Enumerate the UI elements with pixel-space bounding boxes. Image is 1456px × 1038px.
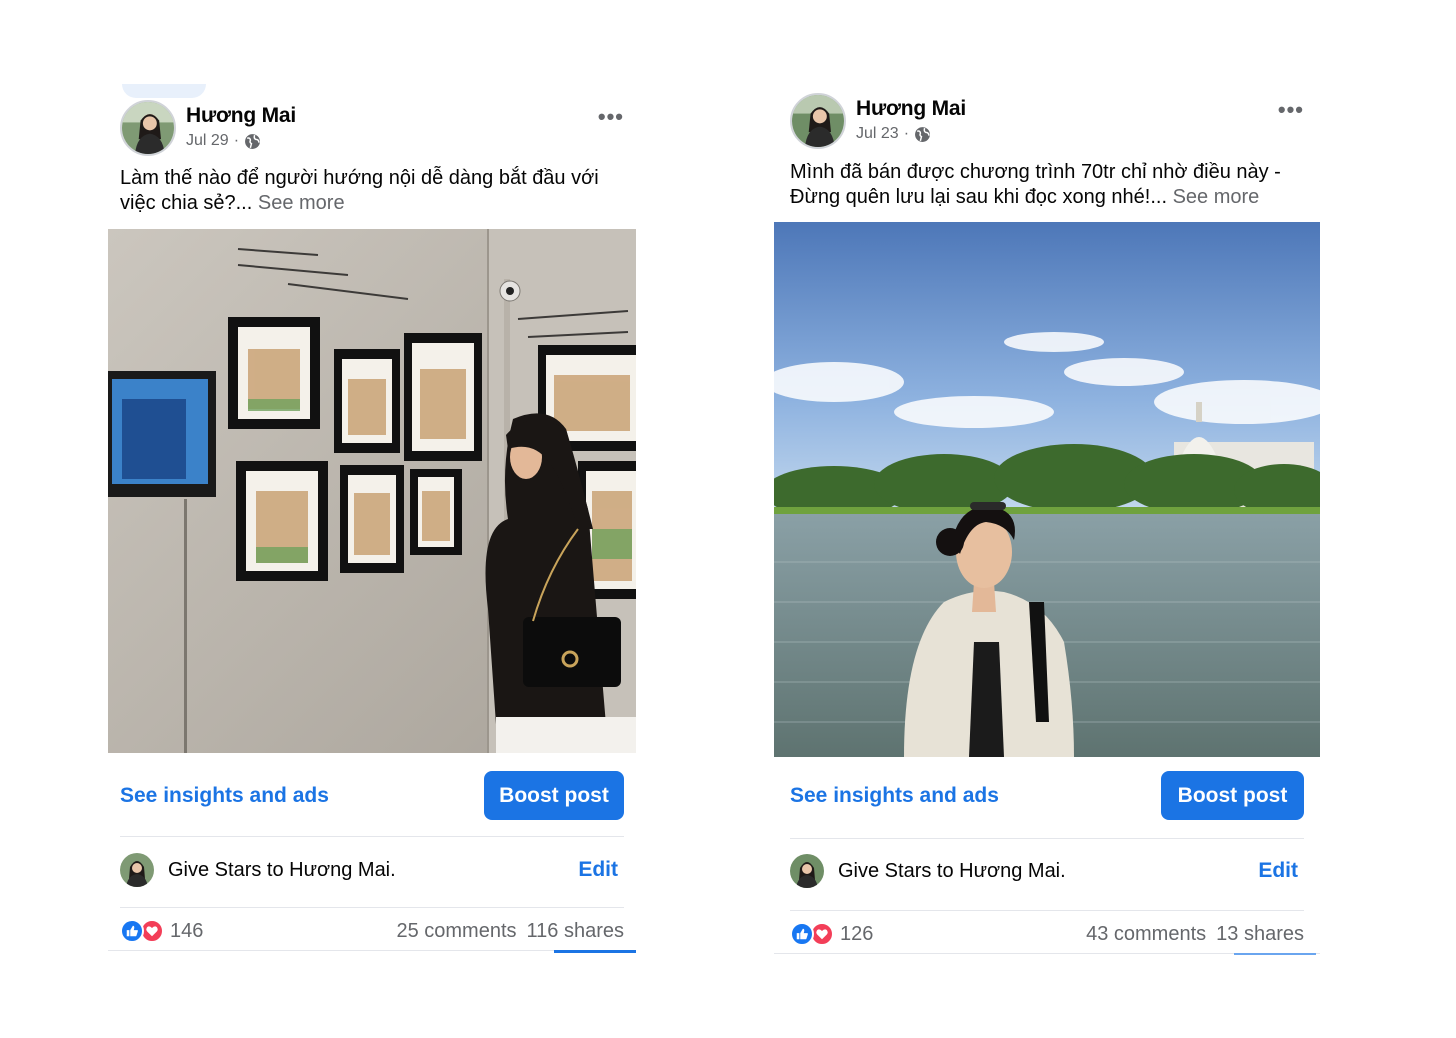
globe-icon (245, 133, 260, 149)
caption-text: Làm thế nào để người hướng nội dễ dàng b… (120, 167, 599, 214)
divider (120, 836, 624, 837)
reaction-icons[interactable] (120, 919, 164, 943)
see-insights-link[interactable]: See insights and ads (790, 784, 999, 808)
separator-dot: · (903, 125, 910, 142)
globe-icon (915, 126, 930, 142)
comments-count[interactable]: 43 comments (1086, 923, 1206, 946)
separator-dot: · (233, 132, 240, 149)
see-more-link[interactable]: See more (258, 192, 345, 214)
edit-stars-link[interactable]: Edit (1258, 859, 1298, 883)
give-stars-text: Give Stars to Hương Mai. (838, 859, 1066, 882)
post-photo[interactable] (108, 229, 636, 753)
boost-post-button[interactable]: Boost post (484, 771, 624, 820)
reactions-bar: 146 25 comments 116 shares (120, 919, 624, 943)
avatar[interactable] (120, 100, 176, 156)
divider (790, 910, 1304, 911)
avatar (120, 853, 154, 887)
avatar[interactable] (790, 93, 846, 149)
give-stars-text: Give Stars to Hương Mai. (168, 858, 396, 881)
post-actions: See insights and ads Boost post (790, 771, 1304, 820)
post-caption: Mình đã bán được chương trình 70tr chỉ n… (790, 160, 1304, 210)
author-name[interactable]: Hương Mai (186, 104, 296, 128)
post-card: Hương Mai Jul 29 · ••• Làm thế nào để ng… (108, 0, 636, 1038)
top-tab-indicator (122, 84, 206, 98)
like-icon (120, 919, 144, 943)
boost-post-button[interactable]: Boost post (1161, 771, 1304, 820)
post-header: Hương Mai Jul 23 · ••• (790, 93, 1304, 149)
post-card: Hương Mai Jul 23 · ••• Mình đã bán được … (774, 0, 1320, 1038)
reaction-icons[interactable] (790, 922, 834, 946)
active-underline (554, 950, 636, 953)
page: Hương Mai Jul 29 · ••• Làm thế nào để ng… (0, 0, 1456, 1038)
divider (790, 838, 1304, 839)
post-actions: See insights and ads Boost post (120, 771, 624, 820)
post-photo[interactable] (774, 222, 1320, 757)
reaction-count[interactable]: 126 (840, 923, 873, 946)
post-caption: Làm thế nào để người hướng nội dễ dàng b… (120, 166, 624, 216)
shares-count[interactable]: 116 shares (527, 920, 624, 943)
author-name[interactable]: Hương Mai (856, 97, 966, 121)
more-options-icon[interactable]: ••• (598, 104, 624, 130)
post-date[interactable]: Jul 23 (856, 125, 899, 143)
avatar (790, 854, 824, 888)
more-options-icon[interactable]: ••• (1278, 97, 1304, 123)
post-date[interactable]: Jul 29 (186, 132, 229, 150)
give-stars-row[interactable]: Give Stars to Hương Mai. Edit (120, 853, 624, 887)
reaction-count[interactable]: 146 (170, 920, 203, 943)
shares-count[interactable]: 13 shares (1216, 923, 1304, 946)
post-header: Hương Mai Jul 29 · ••• (120, 100, 624, 156)
see-more-link[interactable]: See more (1173, 186, 1260, 208)
active-underline (1234, 953, 1316, 955)
divider (120, 907, 624, 908)
reactions-bar: 126 43 comments 13 shares (790, 922, 1304, 946)
see-insights-link[interactable]: See insights and ads (120, 784, 329, 808)
comments-count[interactable]: 25 comments (396, 920, 516, 943)
edit-stars-link[interactable]: Edit (578, 858, 618, 882)
give-stars-row[interactable]: Give Stars to Hương Mai. Edit (790, 854, 1304, 888)
like-icon (790, 922, 814, 946)
